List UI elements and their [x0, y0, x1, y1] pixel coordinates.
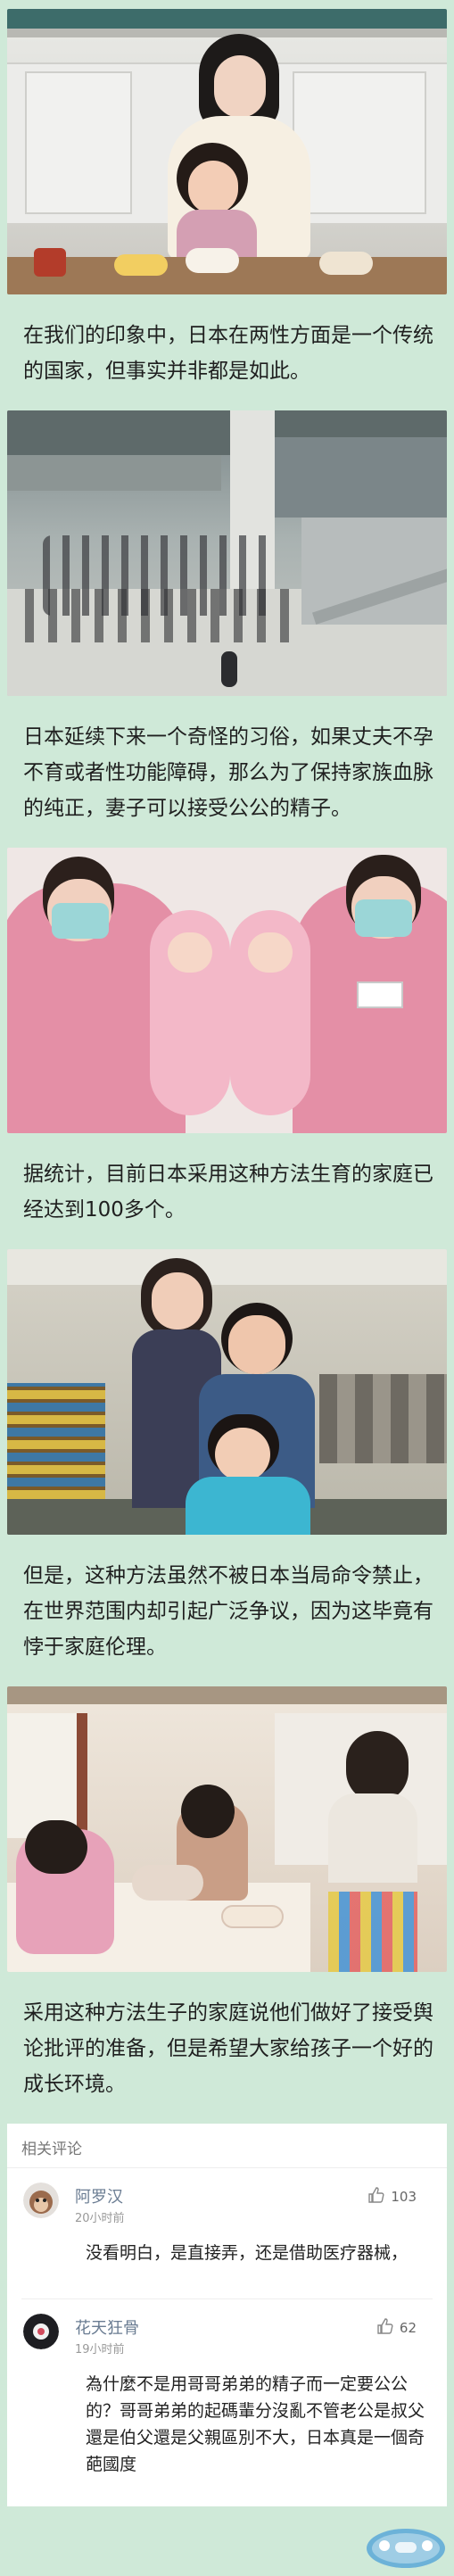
photo-mother-and-children-library	[7, 1249, 447, 1535]
top-spacer	[0, 0, 454, 9]
comments-section: 相关评论 阿罗汉 20小时前 103 没看明白，是直接弄，还是借助医疗器械， 花…	[7, 2124, 447, 2506]
comment-item: 花天狂骨 19小时前 62 為什麼不是用哥哥弟弟的精子而一定要公公的？哥哥弟弟的…	[7, 2299, 447, 2506]
paragraph-3: 据统计，目前日本采用这种方法生育的家庭已经达到100多个。	[7, 1133, 447, 1249]
comment-time: 19小时前	[75, 2343, 125, 2357]
site-logo-icon	[365, 2526, 447, 2571]
like-count: 62	[399, 2320, 417, 2336]
comment-author[interactable]: 花天狂骨	[75, 2315, 139, 2339]
paragraph-4: 但是，这种方法虽然不被日本当局命令禁止，在世界范围内却引起广泛争议，因为这毕竟有…	[7, 1535, 447, 1686]
thumbs-up-icon	[367, 2186, 385, 2207]
like-button[interactable]: 103	[367, 2186, 417, 2207]
paragraph-2: 日本延续下来一个奇怪的习俗，如果丈夫不孕不育或者性功能障碍，那么为了保持家族血脉…	[7, 696, 447, 848]
photo-family-at-table	[7, 1686, 447, 1972]
like-count: 103	[391, 2189, 417, 2205]
avatar-monkey-icon[interactable]	[23, 2183, 59, 2218]
comment-item: 阿罗汉 20小时前 103 没看明白，是直接弄，还是借助医疗器械，	[7, 2168, 447, 2299]
article-page: 在我们的印象中，日本在两性方面是一个传统的国家，但事实并非都是如此。 日本延续下…	[0, 0, 454, 2576]
comment-author[interactable]: 阿罗汉	[75, 2184, 123, 2207]
avatar-flower-icon[interactable]	[23, 2314, 59, 2349]
comments-header: 相关评论	[7, 2124, 447, 2168]
like-button[interactable]: 62	[376, 2317, 417, 2339]
photo-nurses-with-twins	[7, 848, 447, 1133]
comment-time: 20小时前	[75, 2212, 125, 2225]
photo-mother-feeding-child	[7, 9, 447, 294]
paragraph-1: 在我们的印象中，日本在两性方面是一个传统的国家，但事实并非都是如此。	[7, 294, 447, 410]
thumbs-up-icon	[376, 2317, 394, 2339]
paragraph-5: 采用这种方法生子的家庭说他们做好了接受舆论批评的准备，但是希望大家给孩子一个好的…	[7, 1972, 447, 2124]
photo-hospital-lobby	[7, 410, 447, 696]
